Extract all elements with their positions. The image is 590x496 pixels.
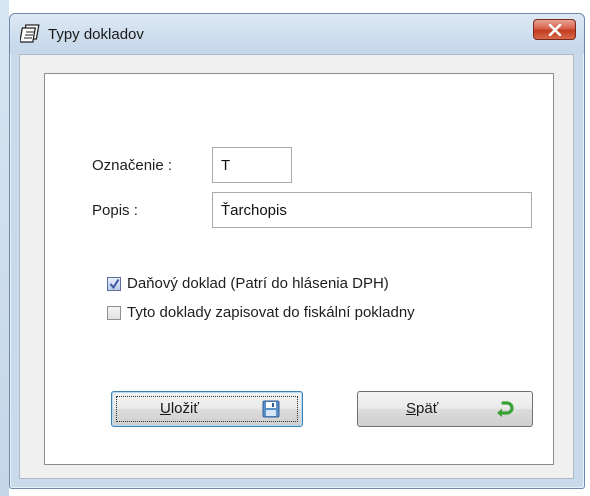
checkmark-icon <box>109 278 120 289</box>
fiskalni-pokladna-checkbox[interactable] <box>107 305 121 320</box>
desktop-edge <box>0 0 9 496</box>
back-button[interactable]: Späť <box>357 391 533 427</box>
danovy-doklad-label: Daňový doklad (Patrí do hlásenia DPH) <box>127 275 389 292</box>
checkbox-row-fiskalni[interactable]: Tyto doklady zapisovat do fiskální pokla… <box>107 304 415 321</box>
notebook-icon <box>19 24 42 44</box>
oznacenie-label: Označenie : <box>92 157 173 174</box>
back-button-label: Späť <box>406 400 439 417</box>
title-bar[interactable]: Typy dokladov <box>10 14 584 54</box>
save-button[interactable]: Uložiť <box>111 391 303 427</box>
form-panel: Označenie : Popis : Daňový doklad (Patrí… <box>44 73 554 465</box>
green-return-arrow-icon <box>496 401 514 421</box>
dialog-client-area: Označenie : Popis : Daňový doklad (Patrí… <box>19 54 574 479</box>
dialog-window: Typy dokladov Označenie : Popis : Daňo <box>9 13 585 489</box>
save-button-label: Uložiť <box>160 400 199 417</box>
danovy-doklad-checkbox[interactable] <box>107 276 121 291</box>
checkbox-row-danovy[interactable]: Daňový doklad (Patrí do hlásenia DPH) <box>107 275 389 292</box>
close-button[interactable] <box>533 19 576 40</box>
oznacenie-field[interactable] <box>212 147 292 183</box>
window-title: Typy dokladov <box>48 26 144 43</box>
close-icon <box>548 23 562 36</box>
fiskalni-pokladna-label: Tyto doklady zapisovat do fiskální pokla… <box>127 304 415 321</box>
popis-field[interactable] <box>212 192 532 228</box>
popis-label: Popis : <box>92 202 138 219</box>
floppy-disk-icon <box>262 400 280 422</box>
